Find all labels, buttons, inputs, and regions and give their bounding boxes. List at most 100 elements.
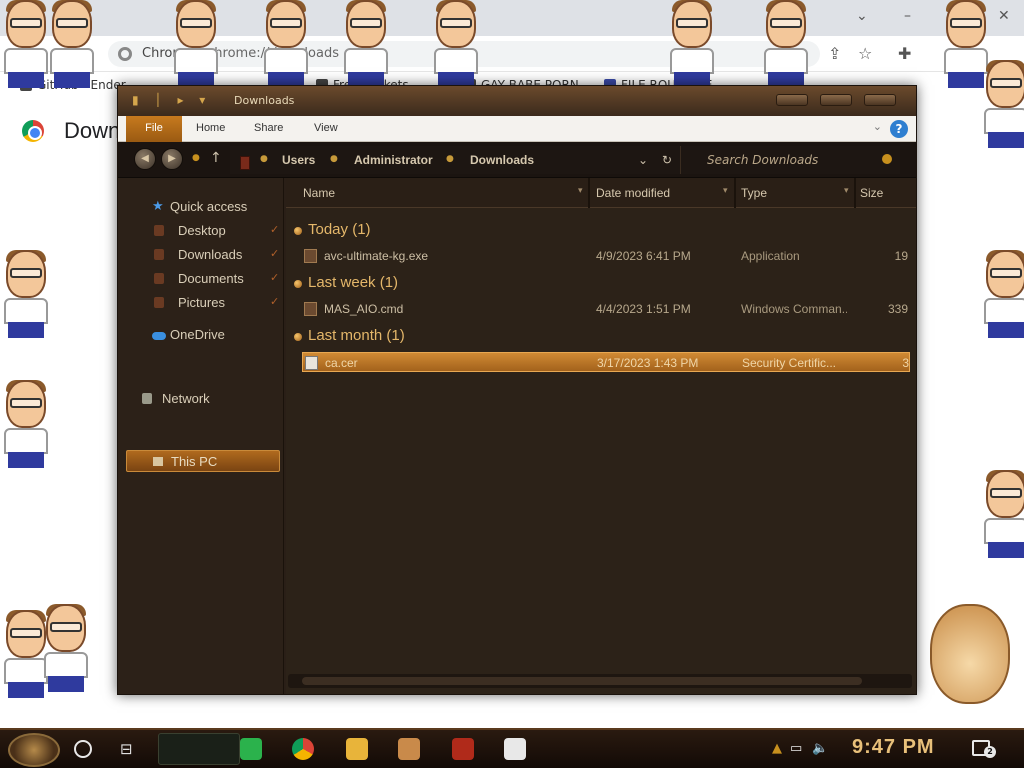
search-circle-icon[interactable] [74,740,92,758]
breadcrumb-separator-icon[interactable]: ● [260,154,268,164]
recent-locations-icon[interactable]: ● [192,153,200,163]
minimize-icon[interactable]: – [904,8,911,24]
nav-documents[interactable]: Documents ✓ [118,268,284,290]
breadcrumb[interactable]: ● Users ● Administrator ● Downloads ⌄ ↻ [230,146,680,174]
navigation-pane: ★ Quick access Desktop ✓ Downloads ✓ Doc… [118,178,284,694]
back-button[interactable]: ◀ [134,148,156,170]
cartoon-sticker [0,250,52,338]
pin-icon: ✓ [270,296,280,308]
star-icon: ★ [152,198,164,213]
file-row[interactable]: avc-ultimate-kg.exe 4/9/2023 6:41 PM App… [302,246,910,266]
cartoon-sticker [980,60,1024,148]
nav-pictures[interactable]: Pictures ✓ [118,292,284,314]
file-explorer-app-icon[interactable] [346,738,368,760]
breadcrumb-separator-icon[interactable]: ● [330,154,338,164]
xd-app-icon[interactable] [504,738,526,760]
scrollbar-thumb[interactable] [302,677,862,685]
taskbar: ⊟ ▲ ▭ 🔈 9:47 PM 2 [0,728,1024,768]
file-date: 3/17/2023 1:43 PM [597,356,699,370]
pictures-icon [154,297,164,308]
script-icon [304,302,317,316]
column-size[interactable]: Size [860,186,883,200]
tab-file[interactable]: File [126,116,182,142]
tab-share[interactable]: Share [244,116,293,142]
chrome-logo-icon [22,120,44,142]
expand-ribbon-icon[interactable]: ⌄ [873,120,882,133]
group-header-last-month[interactable]: Last month (1) [286,324,916,350]
breadcrumb-separator-icon[interactable]: ● [446,154,454,164]
cartoon-sticker [340,0,392,88]
media-app-icon[interactable] [452,738,474,760]
start-button[interactable] [8,733,60,767]
column-divider[interactable] [588,178,590,208]
refresh-icon[interactable]: ↻ [662,153,672,167]
group-header-last-week[interactable]: Last week (1) [286,271,916,297]
file-row-selected[interactable]: ca.cer 3/17/2023 1:43 PM Security Certif… [302,352,910,372]
chevron-down-icon[interactable]: ⌄ [856,8,868,24]
share-icon[interactable]: ⇪ [828,44,841,63]
chrome-icon [118,47,132,61]
horizontal-scrollbar[interactable] [288,674,912,688]
breadcrumb-administrator[interactable]: Administrator [354,153,433,167]
column-headers: Name ▾ Date modified ▾ Type ▾ Size [286,178,916,208]
certificate-icon [305,356,318,370]
folder-icon [240,156,250,170]
clock[interactable]: 9:47 PM [852,736,935,759]
search-input[interactable]: Search Downloads [680,146,900,174]
column-divider[interactable] [854,178,856,208]
game-app-icon[interactable] [398,738,420,760]
show-hidden-icons-icon[interactable]: ▲ [772,741,782,756]
nav-downloads[interactable]: Downloads ✓ [118,244,284,266]
file-row[interactable]: MAS_AIO.cmd 4/4/2023 1:51 PM Windows Com… [302,299,910,319]
taskbar-search-box[interactable] [158,733,240,765]
explorer-title-bar[interactable]: ▮ │ ▸ ▾ Downloads [118,86,916,116]
nav-desktop[interactable]: Desktop ✓ [118,220,284,242]
file-list: Name ▾ Date modified ▾ Type ▾ Size Today… [286,178,916,694]
desktop-icon [154,225,164,236]
close-button[interactable] [864,94,896,106]
column-date-modified[interactable]: Date modified [596,186,670,200]
tab-home[interactable]: Home [186,116,235,142]
search-placeholder: Search Downloads [707,153,819,167]
group-header-today[interactable]: Today (1) [286,218,916,244]
minimize-button[interactable] [776,94,808,106]
help-icon[interactable]: ? [890,120,908,138]
pin-icon: ✓ [270,272,280,284]
documents-icon [154,273,164,284]
maximize-button[interactable] [820,94,852,106]
tab-view[interactable]: View [304,116,348,142]
nav-onedrive[interactable]: OneDrive [118,324,284,346]
breadcrumb-downloads[interactable]: Downloads [470,153,534,167]
chrome-toolbar: Chrome chrome://downloads ⇪ ☆ ✚ [0,36,1024,72]
address-dropdown-icon[interactable]: ⌄ [638,153,648,167]
quick-access-toolbar-icons[interactable]: ▮ │ ▸ ▾ [132,93,211,107]
volume-muted-icon[interactable]: 🔈 [812,741,828,756]
column-divider[interactable] [734,178,736,208]
column-filter-icon[interactable]: ▾ [723,186,728,196]
column-filter-icon[interactable]: ▾ [844,186,849,196]
column-type[interactable]: Type [741,186,767,200]
spotify-app-icon[interactable] [240,738,262,760]
nav-quick-access[interactable]: ★ Quick access [118,196,284,218]
nav-network[interactable]: Network [118,388,284,410]
cartoon-sticker [980,250,1024,338]
file-type: Security Certific... [742,356,837,370]
breadcrumb-users[interactable]: Users [282,153,315,167]
bookmark-star-icon[interactable]: ☆ [858,44,872,63]
network-tray-icon[interactable]: ▭ [790,741,802,756]
column-name[interactable]: Name [303,186,335,200]
pin-icon: ✓ [270,224,280,236]
file-date: 4/4/2023 1:51 PM [596,302,691,316]
chrome-app-icon[interactable] [292,738,314,760]
cartoon-sticker [0,380,52,468]
forward-button[interactable]: ▶ [161,148,183,170]
file-name: ca.cer [325,356,358,370]
application-icon [304,249,317,263]
close-icon[interactable]: ✕ [998,8,1010,24]
extensions-icon[interactable]: ✚ [898,44,911,63]
up-arrow-icon[interactable]: ↑ [210,150,222,166]
column-filter-icon[interactable]: ▾ [578,186,583,196]
ribbon: File Home Share View ⌄ ? [118,116,916,142]
nav-this-pc[interactable]: This PC [126,450,280,472]
task-view-icon[interactable]: ⊟ [120,740,133,758]
